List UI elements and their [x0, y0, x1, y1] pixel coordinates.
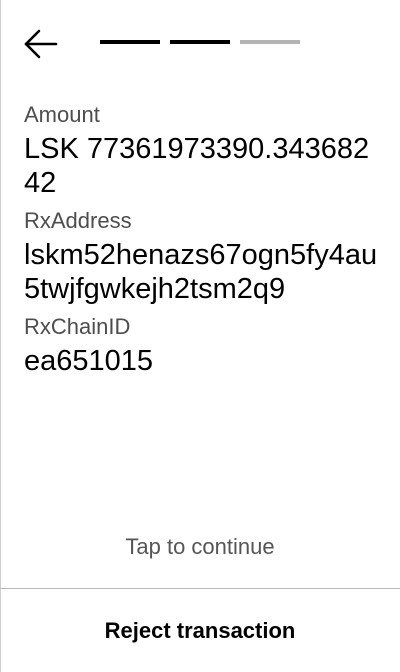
tap-to-continue[interactable]: Tap to continue: [0, 530, 400, 564]
header: [0, 0, 400, 90]
rx-chain-id-value: ea651015: [24, 345, 154, 377]
progress-step-3: [240, 40, 300, 44]
progress-step-2: [170, 40, 230, 44]
left-edge-divider: [0, 0, 1, 672]
step-progress: [100, 40, 300, 44]
reject-transaction-button[interactable]: Reject transaction: [0, 589, 400, 672]
amount-label: Amount: [24, 102, 100, 127]
back-button[interactable]: [22, 28, 58, 60]
transaction-details: Amount LSK 77361973390.34368242 RxAddres…: [24, 100, 384, 384]
arrow-left-icon: [22, 28, 58, 60]
rx-address-value: lskm52henazs67ogn5fy4au5twjfgwkejh2tsm2q…: [24, 239, 378, 305]
progress-step-1: [100, 40, 160, 44]
rx-chain-id-label: RxChainID: [24, 314, 131, 339]
amount-value: LSK 77361973390.34368242: [24, 133, 370, 199]
rx-address-label: RxAddress: [24, 208, 132, 233]
